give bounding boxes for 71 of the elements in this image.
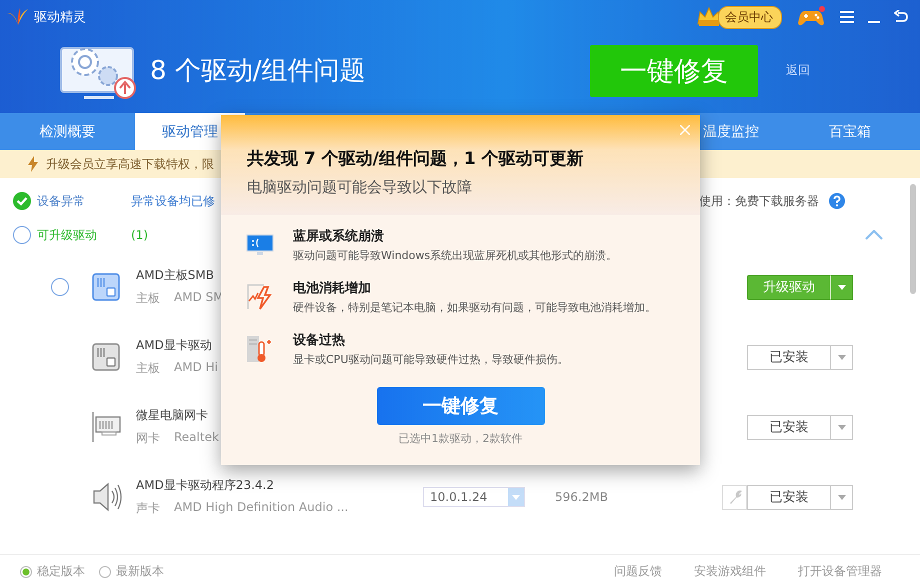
dropdown-button[interactable] [831,484,853,510]
issue-title: 电池消耗增加 [293,280,372,297]
lightning-icon [28,156,38,172]
crash-screen-icon [245,234,275,256]
caret-icon [838,424,846,430]
scrollbar-thumb[interactable] [910,184,916,294]
dropdown-button[interactable] [831,274,853,300]
issue-count-title: 8 个驱动/组件问题 [150,55,367,88]
dropdown-button[interactable] [831,414,853,440]
popup-title: 共发现 7 个驱动/组件问题，1 个驱动可更新 [247,148,585,170]
tab[interactable]: 温度监控 [700,113,785,150]
version-radio[interactable]: 最新版本 [99,563,164,580]
radio-button[interactable] [50,278,68,296]
device-description: AMD High Definition Audio ... [174,500,348,516]
driver-name: 微星电脑网卡 [136,407,208,424]
menu-icon[interactable] [840,11,854,23]
version-dropdown[interactable]: 10.0.1.24 [423,487,525,507]
tab[interactable]: 百宝箱 [785,113,915,150]
caret-icon [838,494,846,500]
speaker-icon [92,482,124,512]
network-card-icon [92,412,122,442]
issue-title: 设备过热 [293,332,346,349]
caret-icon [838,354,846,360]
driver-name: AMD显卡驱动 [136,337,212,354]
back-link[interactable]: 返回 [786,62,810,79]
section-count: (1) [131,228,148,242]
installed-button[interactable]: 已安装 [747,344,831,370]
app-name: 驱动精灵 [34,9,86,26]
issue-title: 蓝屏或系统崩溃 [293,228,385,245]
device-description: AMD Hi [174,360,218,376]
promo-text: 升级会员立享高速下载特权，限 [46,156,214,172]
repaired-link[interactable]: 异常设备均已修 [131,192,215,210]
collapse-icon[interactable] [865,230,883,240]
installed-button[interactable]: 已安装 [747,414,831,440]
version-radio[interactable]: 稳定版本 [20,563,85,580]
radio-button[interactable] [13,226,31,244]
dropdown-button[interactable] [831,344,853,370]
driver-name: AMD显卡驱动程序23.4.2 [136,477,274,494]
selection-note: 已选中1款驱动，2款软件 [398,431,522,446]
footer-link[interactable]: 安装游戏组件 [694,563,766,580]
footer-link[interactable]: 问题反馈 [614,563,662,580]
undo-icon[interactable] [894,10,908,24]
device-category: 主板 [136,290,160,307]
status-label: 设备异常 [37,192,86,210]
issue-description: 显卡或CPU驱动问题可能导致硬件过热，导致硬件损伤。 [293,352,568,367]
logo-icon [6,7,30,27]
popup-subtitle: 电脑驱动问题可能会导致以下故障 [247,178,473,197]
device-category: 声卡 [136,500,160,517]
caret-icon [512,494,520,500]
device-category: 网卡 [136,430,160,447]
one-click-fix-button[interactable]: 一键修复 [590,44,758,96]
section-label: 可升级驱动 [37,226,98,244]
tab[interactable]: 检测概要 [0,113,135,150]
close-icon[interactable] [680,125,690,135]
device-category: 主板 [136,360,160,377]
chip-board-icon [92,343,120,371]
installed-button[interactable]: 已安装 [747,484,831,510]
driver-size: 596.2MB [555,490,608,504]
device-description: Realtek [174,430,219,446]
help-icon[interactable] [829,193,845,209]
chip-board-icon [92,273,120,301]
one-click-fix-button[interactable]: 一键修复 [376,387,544,425]
footer-link[interactable]: 打开设备管理器 [798,563,882,580]
issue-description: 硬件设备，特别是笔记本电脑，如果驱动有问题，可能导致电池消耗增加。 [293,300,656,315]
issue-description: 驱动问题可能导致Windows系统出现蓝屏死机或其他形式的崩溃。 [293,248,618,263]
upgrade-driver-button[interactable]: 升级驱动 [747,274,831,300]
repair-button[interactable] [722,484,747,510]
server-text: 使用：免费下载服务器 [699,192,819,210]
crown-icon [696,6,722,28]
caret-icon [838,284,846,290]
driver-name: AMD主板SMB [136,267,214,284]
